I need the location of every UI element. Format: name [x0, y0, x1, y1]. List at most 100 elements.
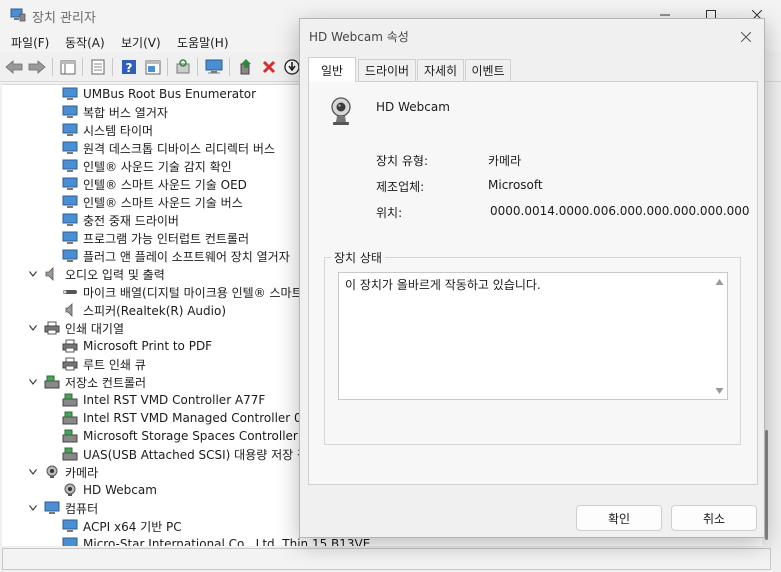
webcam-icon	[64, 483, 76, 496]
tree-item-pic[interactable]: 프로그램 가능 인터럽트 컨트롤러	[62, 229, 249, 247]
properties-sheet-icon	[91, 59, 105, 75]
device-type-value: 카메라	[488, 154, 522, 168]
storage-controller-icon	[62, 429, 78, 443]
printer-icon	[62, 339, 78, 353]
tree-item-intel-sst-bus[interactable]: 인텔® 스마트 사운드 기술 버스	[62, 193, 243, 211]
system-device-icon	[62, 213, 78, 226]
manufacturer-label: 제조업체:	[376, 180, 425, 194]
menu-view[interactable]: 보기(V)	[121, 34, 161, 51]
back-button[interactable]	[4, 57, 24, 77]
scan-hardware-button[interactable]	[204, 57, 224, 77]
close-icon	[741, 32, 751, 42]
tree-category-storage[interactable]: 저장소 컨트롤러	[44, 373, 146, 391]
tree-item-rst-vmd-a77f[interactable]: Intel RST VMD Controller A77F	[62, 391, 265, 409]
system-device-icon	[62, 177, 78, 190]
arrow-left-icon	[5, 60, 23, 74]
chevron-down-icon	[29, 505, 37, 511]
toolbar-separator	[112, 58, 113, 76]
tree-item-intel-sst-detect[interactable]: 인텔® 사운드 기술 감지 확인	[62, 157, 232, 175]
tree-item-umbus[interactable]: UMBus Root Bus Enumerator	[62, 85, 256, 103]
tree-item-charge-arbitration[interactable]: 충전 중재 드라이버	[62, 211, 179, 229]
tree-category-print-queue[interactable]: 인쇄 대기열	[44, 319, 124, 337]
tree-item-acpi-x64[interactable]: ACPI x64 기반 PC	[62, 517, 182, 535]
menu-file[interactable]: 파일(F)	[11, 34, 49, 51]
tree-item-label: 인텔® 사운드 기술 감지 확인	[83, 159, 232, 174]
tree-item-label: 시스템 타이머	[83, 123, 154, 138]
show-hide-console-tree-button[interactable]	[58, 57, 78, 77]
tree-category-label: 카메라	[65, 465, 99, 480]
arrow-right-icon	[28, 60, 46, 74]
tree-item-label: ACPI x64 기반 PC	[83, 519, 182, 534]
tree-item-label: 프로그램 가능 인터럽트 컨트롤러	[83, 231, 250, 246]
tree-item-composite-bus[interactable]: 복합 버스 열거자	[62, 103, 168, 121]
tree-item-speaker-realtek[interactable]: 스피커(Realtek(R) Audio)	[62, 301, 226, 319]
monitor-scan-icon	[205, 59, 223, 74]
storage-controller-icon	[62, 447, 78, 461]
scrollbar-thumb[interactable]	[765, 430, 768, 540]
tree-category-computer[interactable]: 컴퓨터	[44, 499, 98, 517]
console-tree-icon	[60, 60, 76, 74]
scroll-down-arrow-icon[interactable]	[715, 387, 724, 395]
tree-item-label: UMBus Root Bus Enumerator	[83, 87, 257, 101]
update-driver-button[interactable]	[236, 57, 256, 77]
tree-item-system-timer[interactable]: 시스템 타이머	[62, 121, 153, 139]
microphone-icon	[63, 290, 77, 294]
tree-item-label: Microsoft Print to PDF	[83, 339, 213, 353]
cancel-button[interactable]: 취소	[671, 505, 757, 531]
storage-controller-icon	[44, 375, 60, 389]
tree-item-print-to-pdf[interactable]: Microsoft Print to PDF	[62, 337, 212, 355]
printer-icon	[44, 321, 60, 335]
device-status-textbox[interactable]: 이 장치가 올바르게 작동하고 있습니다.	[338, 272, 728, 400]
chevron-down-icon	[29, 379, 37, 385]
tree-item-pnp-enumerator[interactable]: 플러그 앤 플레이 소프트웨어 장치 열거자	[62, 247, 290, 265]
menu-help[interactable]: 도움말(H)	[177, 34, 229, 51]
tree-category-camera[interactable]: 카메라	[44, 463, 98, 481]
location-value: 0000.0014.0000.006.000.000.000.000.000	[490, 204, 750, 218]
uninstall-device-button[interactable]	[259, 57, 279, 77]
location-label: 위치:	[376, 206, 403, 220]
tree-item-storage-spaces[interactable]: Microsoft Storage Spaces Controller	[62, 427, 298, 445]
tree-item-label: HD Webcam	[83, 483, 157, 497]
tab-general[interactable]: 일반	[308, 57, 356, 82]
window-title: 장치 관리자	[32, 11, 96, 26]
tree-category-audio[interactable]: 오디오 입력 및 출력	[44, 265, 165, 283]
expand-camera-chevron[interactable]	[28, 463, 38, 481]
menu-action[interactable]: 동작(A)	[65, 34, 105, 51]
scroll-up-arrow-icon[interactable]	[715, 278, 724, 286]
properties-button[interactable]	[88, 57, 108, 77]
forward-button[interactable]	[27, 57, 47, 77]
monitor-icon	[44, 501, 60, 514]
tab-driver[interactable]: 드라이버	[358, 59, 416, 81]
tree-item-label: Intel RST VMD Controller A77F	[83, 393, 266, 407]
tree-item-intel-sst-oed[interactable]: 인텔® 스마트 사운드 기술 OED	[62, 175, 247, 193]
tree-item-uas[interactable]: UAS(USB Attached SCSI) 대용량 저장 장치	[62, 445, 319, 463]
expand-storage-chevron[interactable]	[28, 373, 38, 391]
monitor-icon	[62, 519, 78, 532]
system-device-icon	[62, 87, 78, 100]
tree-item-label: 복합 버스 열거자	[83, 105, 168, 120]
toolbar-separator	[167, 58, 168, 76]
tree-item-label: UAS(USB Attached SCSI) 대용량 저장 장치	[83, 447, 320, 462]
tree-item-label: 스피커(Realtek(R) Audio)	[83, 303, 227, 318]
system-device-icon	[62, 159, 78, 172]
tab-events[interactable]: 이벤트	[465, 59, 511, 81]
ok-button[interactable]: 확인	[576, 505, 662, 531]
system-device-icon	[62, 195, 78, 208]
refresh-button[interactable]	[173, 57, 193, 77]
tree-item-rst-vmd-managed[interactable]: Intel RST VMD Managed Controller 09AB	[62, 409, 326, 427]
expand-audio-chevron[interactable]	[28, 265, 38, 283]
toolbar-separator	[82, 58, 83, 76]
action-pane-button[interactable]	[143, 57, 163, 77]
tree-item-hd-webcam[interactable]: HD Webcam	[62, 481, 157, 499]
expand-computer-chevron[interactable]	[28, 499, 38, 517]
remove-x-icon	[262, 60, 276, 74]
help-button[interactable]: ?	[119, 57, 139, 77]
tree-item-root-print-queue[interactable]: 루트 인쇄 큐	[62, 355, 146, 373]
status-bar	[0, 548, 781, 572]
toolbar-separator	[197, 58, 198, 76]
tab-details[interactable]: 자세히	[417, 59, 464, 81]
tree-item-rdp-redirector[interactable]: 원격 데스크톱 디바이스 리디렉터 버스	[62, 139, 275, 157]
dialog-close-button[interactable]	[736, 27, 756, 47]
system-device-icon	[62, 123, 78, 136]
expand-print-queue-chevron[interactable]	[28, 319, 38, 337]
